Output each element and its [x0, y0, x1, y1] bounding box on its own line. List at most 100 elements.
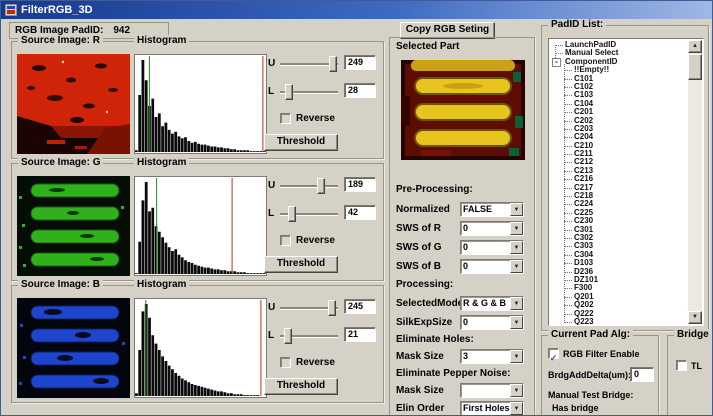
manual-test-bridge-label: Manual Test Bridge: [548, 390, 633, 400]
tl-checkbox[interactable] [676, 360, 687, 371]
histogram-g [134, 176, 267, 276]
histogram-bars [135, 304, 259, 396]
bridge-delta-label: BrdgAddDelta(um): [548, 370, 631, 380]
tl-label: TL [691, 361, 702, 371]
histogram-r-caption: Histogram [134, 35, 189, 46]
u-value-field-r[interactable]: 249 [344, 55, 376, 70]
slider-thumb[interactable] [329, 56, 337, 72]
bridge-caption: Bridge [674, 329, 712, 340]
histogram-g-caption: Histogram [134, 157, 189, 168]
slider-thumb[interactable] [285, 84, 293, 100]
normalized-value: FALSE [463, 204, 492, 214]
padid-tree[interactable]: LaunchPadIDManual Select-ComponentID!!Em… [548, 38, 704, 326]
u-slider-b[interactable] [280, 300, 338, 316]
tree-item[interactable]: -ComponentID [552, 58, 686, 66]
l-slider-r[interactable] [280, 84, 338, 100]
slider-thumb[interactable] [328, 300, 336, 316]
sws-b-value: 0 [463, 261, 468, 271]
reverse-checkbox-r[interactable] [280, 113, 291, 124]
reverse-checkbox-b[interactable] [280, 357, 291, 368]
sws-g-label: SWS of G [396, 242, 442, 253]
threshold-button-b[interactable]: Threshold [264, 378, 338, 395]
threshold-button-r[interactable]: Threshold [264, 134, 338, 151]
chevron-down-icon[interactable]: ▼ [510, 402, 523, 415]
chevron-down-icon[interactable]: ▼ [510, 384, 523, 397]
chevron-down-icon[interactable]: ▼ [510, 297, 523, 310]
rgb-filter-label: RGB Filter Enable [563, 349, 640, 359]
tree-item[interactable]: Q223 [561, 318, 686, 326]
slider-thumb[interactable] [317, 178, 325, 194]
chevron-down-icon[interactable]: ▼ [510, 316, 523, 329]
source-image-g [17, 176, 130, 276]
current-pad-alg-group: Current Pad Alg: RGB Filter Enable BrdgA… [541, 335, 659, 416]
preprocessing-title: Pre-Processing: [396, 184, 473, 195]
source-image-g-caption: Source Image: G [18, 157, 103, 168]
window-title: FilterRGB_3D [21, 4, 93, 16]
u-slider-label: U [268, 302, 275, 313]
reverse-checkbox-g[interactable] [280, 235, 291, 246]
eliminate-pepper-title: Eliminate Pepper Noise: [396, 368, 510, 379]
silk-exp-size-select[interactable]: 0 ▼ [460, 315, 524, 330]
pad-id-value: 942 [113, 25, 130, 36]
tree-scrollbar[interactable]: ▲ ▼ [688, 40, 702, 324]
l-slider-b[interactable] [280, 328, 338, 344]
u-value-field-g[interactable]: 189 [344, 177, 376, 192]
rgb-filter-checkbox[interactable] [548, 348, 559, 359]
bridge-delta-field[interactable]: 0 [630, 367, 654, 382]
chevron-down-icon[interactable]: ▼ [510, 350, 523, 363]
scroll-thumb[interactable] [688, 54, 702, 80]
slider-track[interactable] [280, 185, 338, 188]
source-image-r-caption: Source Image: R [18, 35, 103, 46]
selected-mode-value: R & G & B [463, 298, 506, 308]
mask-size-holes-select[interactable]: 3 ▼ [460, 349, 524, 364]
selected-part-caption: Selected Part [396, 41, 459, 52]
reverse-label: Reverse [296, 113, 335, 124]
scroll-up-button[interactable]: ▲ [688, 40, 702, 53]
chevron-down-icon[interactable]: ▼ [510, 203, 523, 216]
l-value-field-g[interactable]: 42 [344, 205, 376, 220]
l-slider-label: L [268, 330, 274, 341]
slider-thumb[interactable] [284, 328, 292, 344]
mask-size-holes-label: Mask Size [396, 351, 444, 362]
chevron-down-icon[interactable]: ▼ [510, 241, 523, 254]
pad-id-list-caption: PadID List: [548, 19, 606, 30]
sws-b-select[interactable]: 0 ▼ [460, 259, 524, 274]
elin-order-value: First Holes, [463, 403, 512, 413]
u-value-field-b[interactable]: 245 [344, 299, 376, 314]
normalized-select[interactable]: FALSE ▼ [460, 202, 524, 217]
elin-order-select[interactable]: First Holes, ▼ [460, 401, 524, 416]
slider-thumb[interactable] [288, 206, 296, 222]
l-slider-g[interactable] [280, 206, 338, 222]
l-value-field-r[interactable]: 28 [344, 83, 376, 98]
chevron-down-icon[interactable]: ▼ [510, 260, 523, 273]
selected-part-panel: Selected Part Pre-Processing: Normalized… [389, 37, 535, 416]
sws-r-label: SWS of R [396, 223, 441, 234]
threshold-button-g[interactable]: Threshold [264, 256, 338, 273]
histogram-r [134, 54, 267, 154]
histogram-b-caption: Histogram [134, 279, 189, 290]
chevron-down-icon[interactable]: ▼ [510, 222, 523, 235]
eliminate-holes-title: Eliminate Holes: [396, 334, 474, 345]
sws-g-select[interactable]: 0 ▼ [460, 240, 524, 255]
u-slider-g[interactable] [280, 178, 338, 194]
collapse-icon[interactable]: - [552, 58, 561, 67]
u-slider-r[interactable] [280, 56, 338, 72]
u-slider-label: U [268, 58, 275, 69]
reverse-label: Reverse [296, 357, 335, 368]
l-slider-label: L [268, 208, 274, 219]
elin-order-label: Elin Order [396, 403, 444, 414]
has-bridge-value: Has bridge [552, 403, 599, 413]
scroll-down-button[interactable]: ▼ [688, 311, 702, 324]
selected-part-image [401, 60, 525, 160]
sws-r-select[interactable]: 0 ▼ [460, 221, 524, 236]
app-icon [5, 4, 17, 16]
mask-size-pepper-select[interactable]: ▼ [460, 383, 524, 398]
sws-r-value: 0 [463, 223, 468, 233]
selected-mode-select[interactable]: R & G & B ▼ [460, 296, 524, 311]
source-image-b-group: Source Image: B Histogram [11, 285, 384, 403]
l-value-field-b[interactable]: 21 [344, 327, 376, 342]
bridge-group: Bridge TL [667, 335, 713, 416]
reverse-label: Reverse [296, 235, 335, 246]
histogram-bars [135, 60, 266, 152]
selected-mode-label: SelectedMode [396, 298, 463, 309]
